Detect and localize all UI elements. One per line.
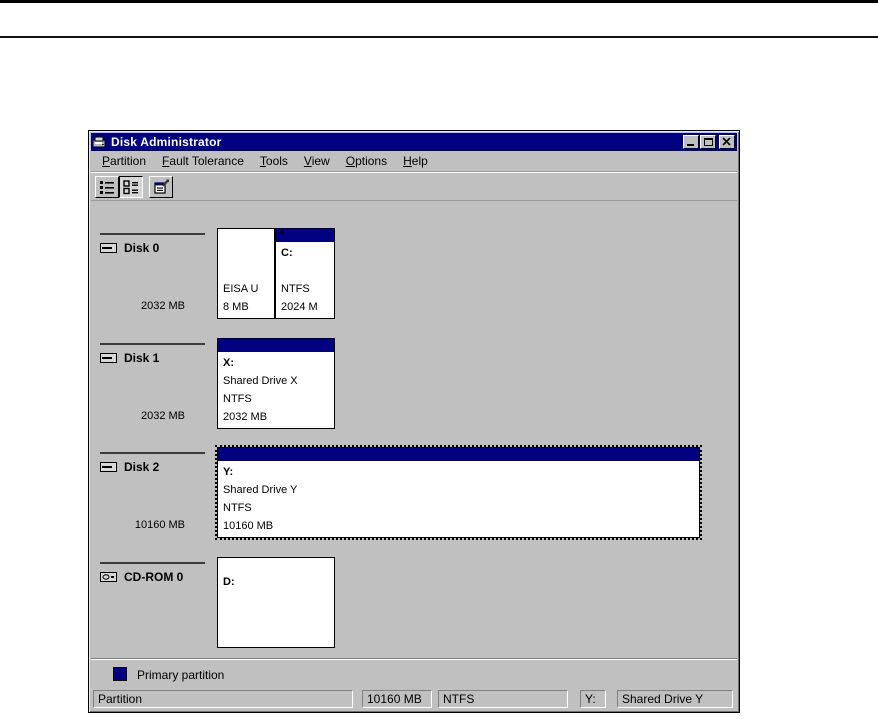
partition-line [223, 609, 332, 627]
properties-button[interactable] [149, 176, 173, 198]
minimize-icon [687, 144, 694, 146]
legend-label: Primary partition [137, 668, 224, 682]
disk-size: 2032 MB [100, 410, 185, 422]
disk-row-0: Disk 0 2032 MB EISA U 8 MB [91, 228, 737, 338]
partition-line: 8 MB [223, 298, 272, 316]
row-separator [100, 562, 205, 564]
disk-administrator-window: Disk Administrator Partition Fault Toler… [88, 130, 740, 713]
partition-line: X: [223, 354, 332, 372]
partition-line: 2032 MB [223, 408, 332, 426]
cdrom-icon [100, 572, 117, 582]
menu-view[interactable]: View [296, 152, 338, 170]
volumes-view-icon [123, 179, 139, 195]
status-object-type: Partition [93, 690, 353, 708]
list-view-icon [99, 179, 115, 195]
app-icon [93, 136, 107, 148]
menu-partition[interactable]: Partition [94, 152, 154, 170]
page-top-border [0, 0, 878, 3]
disk-name: Disk 1 [124, 351, 159, 365]
partition-line: Y: [223, 463, 697, 481]
partition-line: Shared Drive Y [223, 481, 697, 499]
partition-line [223, 627, 332, 645]
status-bar: Partition 10160 MB NTFS Y: Shared Drive … [91, 689, 737, 710]
partition-line [223, 591, 332, 609]
partition-x[interactable]: X: Shared Drive X NTFS 2032 MB [217, 338, 335, 429]
hard-disk-icon [100, 353, 117, 363]
disk-configuration-view-button[interactable] [95, 176, 119, 198]
partition-line [281, 262, 332, 280]
status-size: 10160 MB [362, 690, 432, 708]
volumes-view-button[interactable] [119, 176, 143, 198]
minimize-button[interactable] [683, 135, 699, 149]
partition-line: C: [281, 244, 332, 262]
toolbar [91, 174, 737, 201]
status-filesystem: NTFS [438, 690, 568, 708]
legend-bar: Primary partition [91, 658, 737, 689]
menu-help[interactable]: Help [395, 152, 436, 170]
partition-line [223, 262, 272, 280]
menu-options[interactable]: Options [338, 152, 395, 170]
disk-size: 10160 MB [100, 519, 185, 531]
maximize-icon [704, 138, 713, 146]
close-icon [720, 136, 734, 148]
partition-line [223, 244, 272, 262]
partition-band [218, 339, 334, 352]
status-drive-letter: Y: [580, 690, 606, 708]
close-button[interactable] [719, 135, 735, 149]
maximize-button[interactable] [700, 135, 716, 149]
primary-partition-swatch [113, 667, 127, 681]
disk-row-2: Disk 2 10160 MB Y: Shared Drive Y NTFS 1… [91, 447, 737, 557]
menu-fault-tolerance[interactable]: Fault Tolerance [154, 152, 252, 170]
disk-row-1: Disk 1 2032 MB X: Shared Drive X NTFS 20… [91, 338, 737, 448]
active-partition-marker: * [280, 229, 284, 241]
title-bar[interactable]: Disk Administrator [91, 133, 737, 151]
partition-eisa[interactable]: EISA U 8 MB [217, 228, 275, 319]
partition-line: 10160 MB [223, 517, 697, 535]
row-separator [100, 452, 205, 454]
partition-band [218, 229, 274, 242]
partition-line: EISA U [223, 280, 272, 298]
partition-y-selected[interactable]: Y: Shared Drive Y NTFS 10160 MB [217, 447, 700, 538]
menu-bar: Partition Fault Tolerance Tools View Opt… [91, 151, 737, 172]
partition-c[interactable]: * C: NTFS 2024 M [275, 228, 335, 319]
partition-line: Shared Drive X [223, 372, 332, 390]
menu-tools[interactable]: Tools [252, 152, 296, 170]
disk-size: 2032 MB [100, 300, 185, 312]
disk-name: Disk 0 [124, 241, 159, 255]
partition-band: * [276, 229, 334, 242]
partition-line: 2024 M [281, 298, 332, 316]
partition-line: D: [223, 573, 332, 591]
page-horizontal-rule [0, 36, 878, 38]
row-separator [100, 343, 205, 345]
partition-line: NTFS [223, 499, 697, 517]
properties-icon [153, 179, 169, 195]
cdrom-row: CD-ROM 0 D: [91, 557, 737, 667]
hard-disk-icon [100, 462, 117, 472]
disk-area: Disk 0 2032 MB EISA U 8 MB [91, 201, 737, 658]
hard-disk-icon [100, 243, 117, 253]
partition-line: NTFS [281, 280, 332, 298]
disk-name: CD-ROM 0 [124, 570, 183, 584]
partition-line: NTFS [223, 390, 332, 408]
document-page: Disk Administrator Partition Fault Toler… [0, 0, 878, 721]
partition-band [218, 448, 699, 461]
row-separator [100, 233, 205, 235]
window-title: Disk Administrator [111, 135, 222, 149]
status-volume-label: Shared Drive Y [617, 690, 733, 708]
partition-band [218, 558, 334, 571]
disk-name: Disk 2 [124, 460, 159, 474]
partition-d[interactable]: D: [217, 557, 335, 648]
